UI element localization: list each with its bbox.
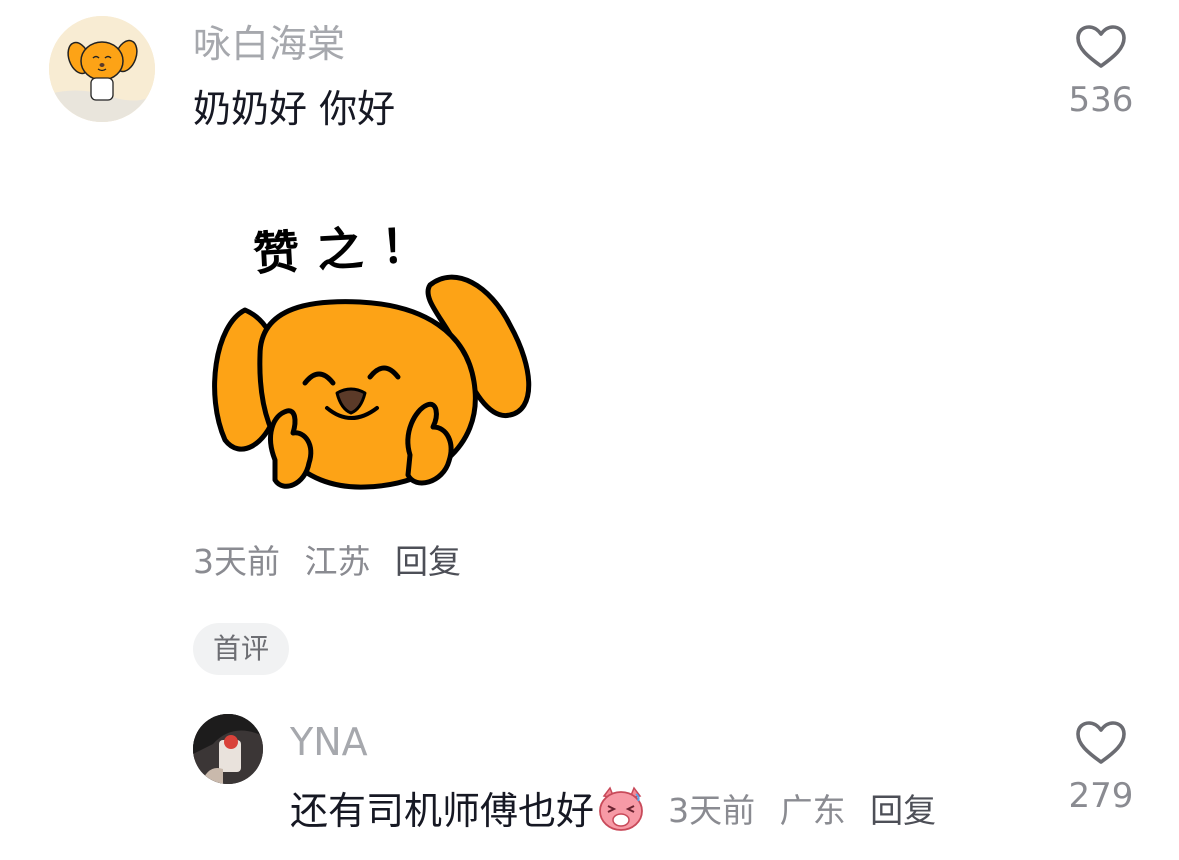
comment-location: 广东: [779, 791, 846, 830]
like-group: 279: [1046, 720, 1156, 816]
comment-time: 3天前: [193, 542, 280, 581]
heart-outline-icon[interactable]: [1046, 720, 1156, 766]
thumbs-up-dog-sticker[interactable]: 赞之！: [205, 205, 540, 505]
username[interactable]: 咏白海棠: [193, 22, 345, 66]
reply-button[interactable]: 回复: [870, 791, 936, 831]
avatar[interactable]: [49, 16, 155, 122]
laughing-pig-emoji-icon: [596, 786, 646, 841]
comment-line: 还有司机师傅也好 3天前 广东 回复: [290, 786, 936, 841]
sticker-caption: 赞之！: [251, 217, 447, 281]
comment-location: 江苏: [304, 542, 371, 581]
username[interactable]: YNA: [290, 720, 368, 764]
comment-text: 还有司机师傅也好: [290, 789, 595, 833]
dog-avatar-icon: [49, 16, 155, 122]
comment-time: 3天前: [668, 791, 756, 830]
heart-outline-icon[interactable]: [1046, 24, 1156, 70]
user-avatar-icon: [193, 714, 263, 784]
avatar[interactable]: [193, 714, 263, 784]
comment-meta: 3天前 江苏 回复: [193, 542, 461, 582]
like-count: 279: [1068, 776, 1134, 816]
first-comment-badge: 首评: [193, 623, 290, 675]
like-group: 536: [1046, 24, 1156, 120]
comment-meta: 3天前 广东 回复: [668, 791, 936, 830]
reply-button[interactable]: 回复: [395, 542, 461, 582]
like-count: 536: [1068, 80, 1134, 120]
comment-text: 奶奶好 你好: [193, 87, 396, 131]
